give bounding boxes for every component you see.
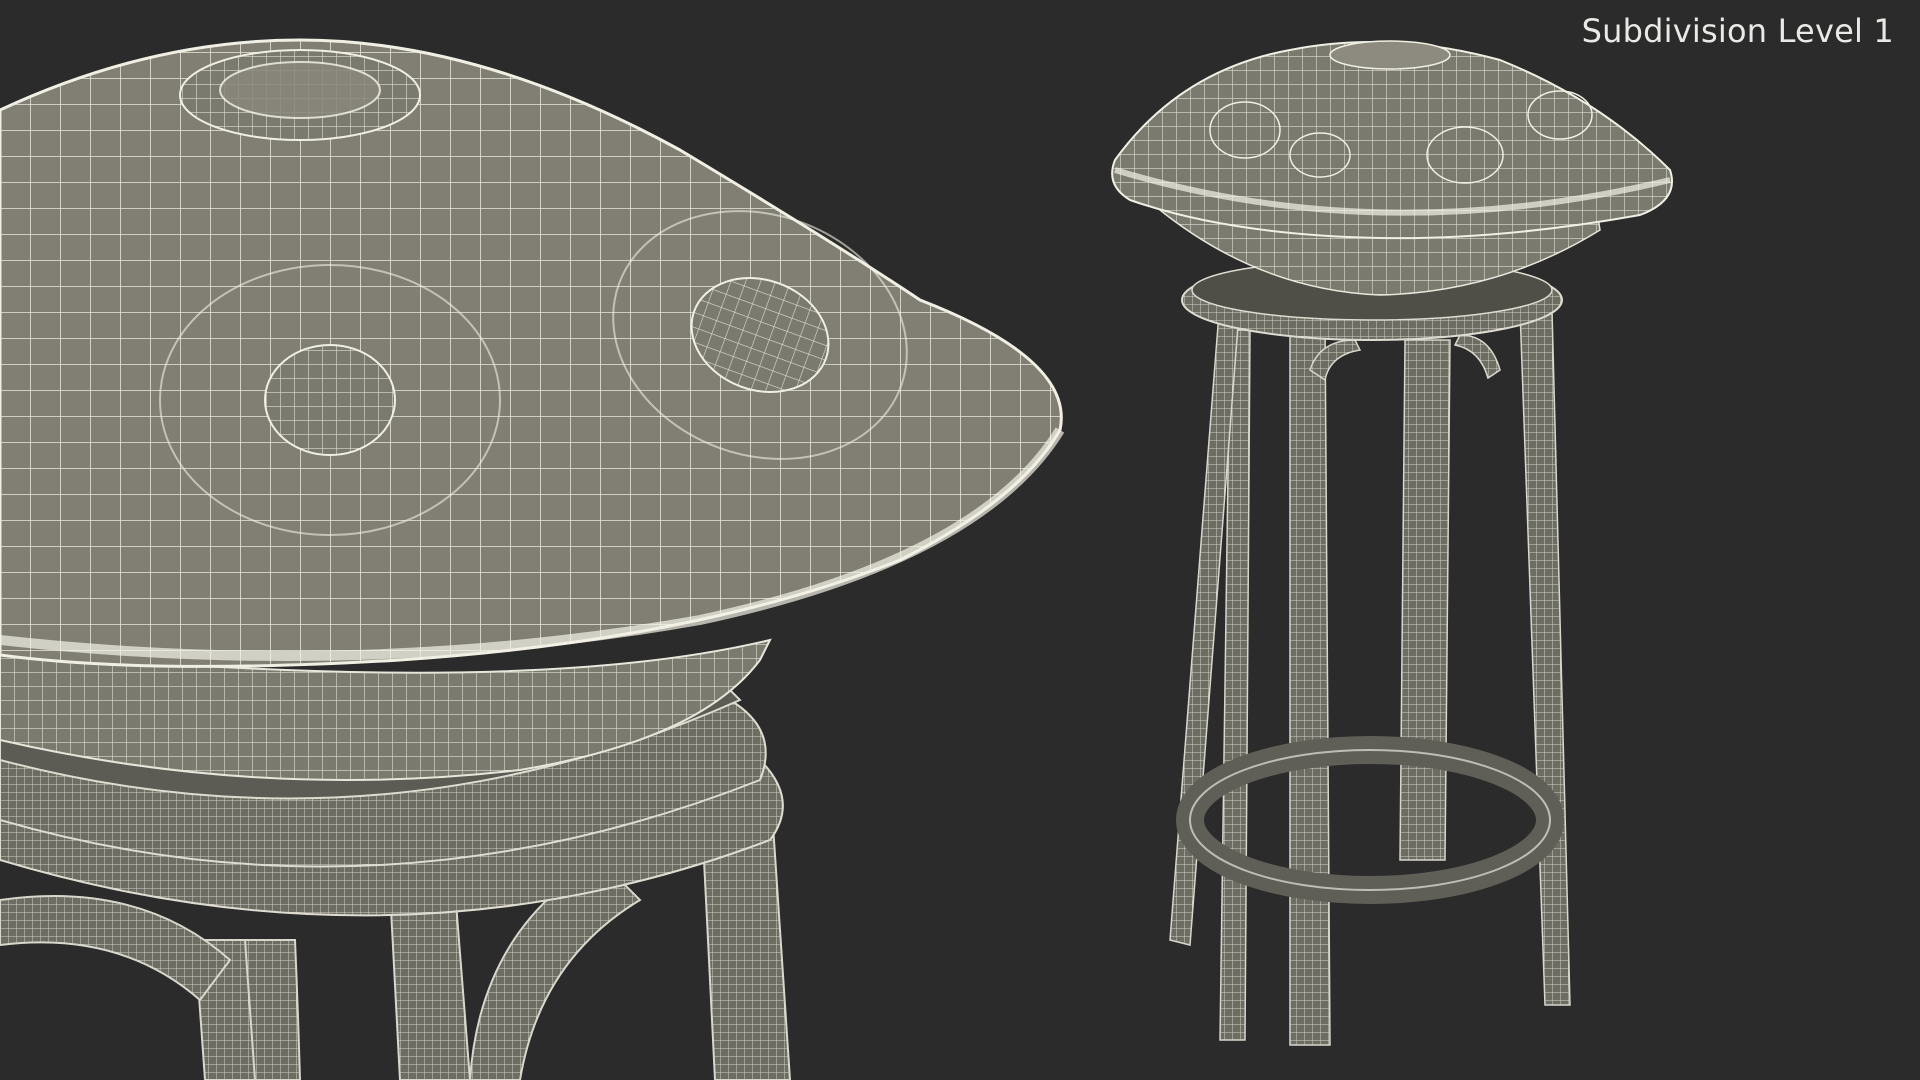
viewport: Subdivision Level 1 <box>0 0 1920 1080</box>
handpan-full <box>1111 40 1673 296</box>
full-view <box>1111 40 1673 1046</box>
close-up-view <box>0 38 1065 1080</box>
handpan-shell <box>0 38 1065 781</box>
subdivision-level-label: Subdivision Level 1 <box>1581 12 1894 50</box>
wireframe-render <box>0 38 1673 1080</box>
stool-legs <box>1169 299 1571 1046</box>
